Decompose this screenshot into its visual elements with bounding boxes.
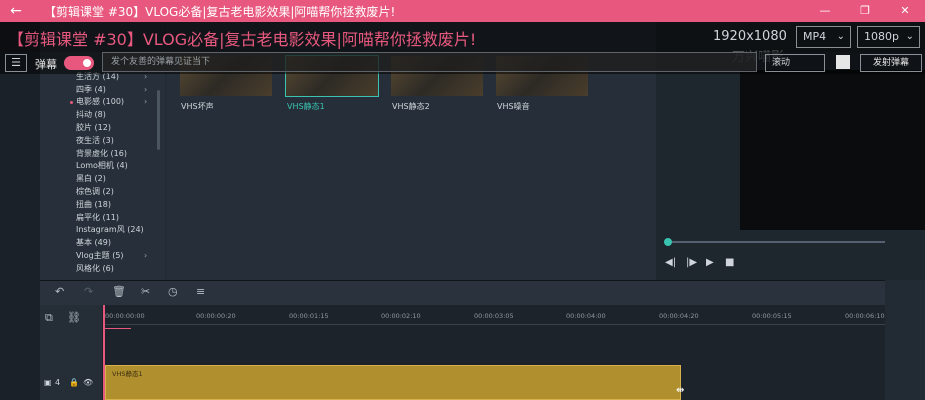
danmaku-mode-select[interactable]: 滚动	[765, 54, 825, 72]
category-label: 棕色调 (2)	[76, 186, 114, 196]
category-item[interactable]: 扁平化 (11)	[76, 212, 166, 225]
ruler-tick-label: 00:00:04:00	[566, 312, 606, 320]
category-label: 基本 (49)	[76, 238, 111, 248]
eye-icon[interactable]: 👁	[83, 378, 93, 387]
format-value: MP4	[803, 30, 827, 43]
category-item[interactable]: 黑白 (2)	[76, 173, 166, 186]
category-item[interactable]: 棕色调 (2)	[76, 186, 166, 199]
chevron-right-icon: ›	[144, 84, 148, 94]
timeline-toolbar	[40, 280, 885, 305]
ruler-tick-label: 00:00:00:00	[105, 312, 145, 320]
window-controls: — ❐ ✕	[805, 0, 925, 22]
quality-select[interactable]: 1080p ⌄	[857, 26, 920, 48]
category-item[interactable]: 背景虚化 (16)	[76, 148, 166, 161]
category-item[interactable]: Lomo相机 (4)	[76, 160, 166, 173]
category-item[interactable]: 胶片 (12)	[76, 122, 166, 135]
preview-progress-knob[interactable]	[664, 238, 672, 246]
category-label: 夜生活 (3)	[76, 135, 114, 145]
ruler-tick-label: 00:00:01:15	[289, 312, 329, 320]
restore-button[interactable]: ❐	[845, 0, 885, 22]
playhead-marker	[103, 328, 131, 329]
timeline-clip[interactable]	[105, 365, 681, 400]
ruler-tick-label: 00:00:05:15	[752, 312, 792, 320]
category-label: 背景虚化 (16)	[76, 148, 127, 158]
clip-label: VHS静态1	[112, 370, 143, 378]
ruler-tick-label: 00:00:04:20	[659, 312, 699, 320]
chevron-down-icon: ⌄	[905, 31, 914, 42]
send-danmaku-button[interactable]: 发射弹幕	[860, 54, 922, 72]
redo-icon[interactable]: ↷	[84, 285, 93, 298]
danmaku-label: 弹幕	[35, 58, 57, 71]
link-icon[interactable]: ⛓	[67, 311, 81, 324]
effect-thumb-label: VHS静态1	[287, 102, 325, 111]
undo-icon[interactable]: ↶	[55, 285, 64, 298]
stop-icon[interactable]: ■	[725, 257, 734, 268]
resize-handle-icon[interactable]: ⇹	[676, 385, 684, 396]
effect-thumb-label: VHS静态2	[392, 102, 430, 111]
ruler-line	[103, 324, 885, 325]
arrow-left-icon[interactable]: ←	[0, 3, 32, 19]
category-item[interactable]: 抖动 (8)	[76, 109, 166, 122]
category-item[interactable]: 风格化 (6)	[76, 263, 166, 276]
window-title: 【剪辑课堂 #30】VLOG必备|复古老电影效果|阿喵帮你拯救废片!	[44, 4, 396, 19]
resolution-label: 1920x1080	[713, 29, 787, 44]
chevron-down-icon: ⌄	[836, 31, 845, 42]
format-select[interactable]: MP4 ⌄	[796, 26, 851, 48]
category-label: 电影感 (100)	[76, 97, 125, 107]
lock-icon[interactable]: 🔒	[69, 378, 79, 387]
danmaku-color-swatch[interactable]	[836, 55, 850, 69]
effect-thumb-label: VHS噪音	[497, 102, 530, 111]
category-label: 黑白 (2)	[76, 174, 106, 184]
left-strip	[0, 22, 40, 400]
prev-frame-icon[interactable]: ◀|	[665, 257, 676, 268]
category-label: 抖动 (8)	[76, 110, 106, 120]
category-item[interactable]: 扭曲 (18)	[76, 199, 166, 212]
video-title: 【剪辑课堂 #30】VLOG必备|复古老电影效果|阿喵帮你拯救废片!	[8, 30, 477, 49]
category-label: Vlog主题 (5)	[76, 250, 124, 260]
category-item-active[interactable]: 电影感 (100) ›	[70, 96, 166, 109]
minimize-button[interactable]: —	[805, 0, 845, 22]
category-label: 扁平化 (11)	[76, 212, 119, 222]
category-label: 胶片 (12)	[76, 122, 111, 132]
category-list: 模板 生活方 (14)› 四季 (4)› 电影感 (100)› 抖动 (8) 胶…	[70, 58, 166, 276]
cut-icon[interactable]: ✂	[141, 285, 150, 298]
window-titlebar: ← 【剪辑课堂 #30】VLOG必备|复古老电影效果|阿喵帮你拯救废片! — ❐…	[0, 0, 925, 22]
category-item[interactable]: Instagram风 (24)	[76, 224, 166, 237]
effect-thumb-label: VHS坏声	[181, 102, 214, 111]
track-number: 4	[55, 378, 61, 387]
quality-value: 1080p	[864, 30, 899, 43]
category-label: 风格化 (6)	[76, 263, 114, 273]
category-item[interactable]: Vlog主题 (5) ›	[76, 250, 166, 263]
menu-icon[interactable]: ☰	[5, 54, 27, 72]
category-item[interactable]: 夜生活 (3)	[76, 135, 166, 148]
ruler-tick-label: 00:00:06:10	[845, 312, 885, 320]
playhead[interactable]	[103, 305, 105, 400]
danmaku-input[interactable]: 发个友善的弹幕见证当下	[102, 52, 757, 72]
category-label: Lomo相机 (4)	[76, 161, 128, 171]
category-label: 扭曲 (18)	[76, 199, 111, 209]
ruler-tick-label: 00:00:00:20	[196, 312, 236, 320]
play-icon[interactable]: ▶	[706, 257, 714, 268]
next-frame-icon[interactable]: |▶	[686, 257, 697, 268]
category-item[interactable]: 四季 (4) ›	[76, 84, 166, 97]
chevron-right-icon: ›	[144, 97, 148, 107]
add-track-icon[interactable]: ⧉	[45, 311, 53, 325]
ruler-tick-label: 00:00:02:10	[381, 312, 421, 320]
category-scrollbar[interactable]	[157, 90, 160, 150]
track-icon: ▣	[44, 378, 52, 387]
category-label: 四季 (4)	[76, 84, 106, 94]
close-button[interactable]: ✕	[885, 0, 925, 22]
ruler-tick-label: 00:00:03:05	[474, 312, 514, 320]
category-label: Instagram风 (24)	[76, 225, 144, 235]
adjust-icon[interactable]: ≡	[196, 285, 205, 298]
preview-progress-bar[interactable]	[668, 241, 885, 243]
category-item[interactable]: 基本 (49)	[76, 237, 166, 250]
chevron-right-icon: ›	[144, 250, 148, 260]
speed-icon[interactable]: ◷	[168, 285, 178, 298]
danmaku-toggle[interactable]	[64, 56, 94, 70]
preview-image	[740, 70, 925, 230]
delete-icon[interactable]: 🗑	[112, 285, 126, 298]
